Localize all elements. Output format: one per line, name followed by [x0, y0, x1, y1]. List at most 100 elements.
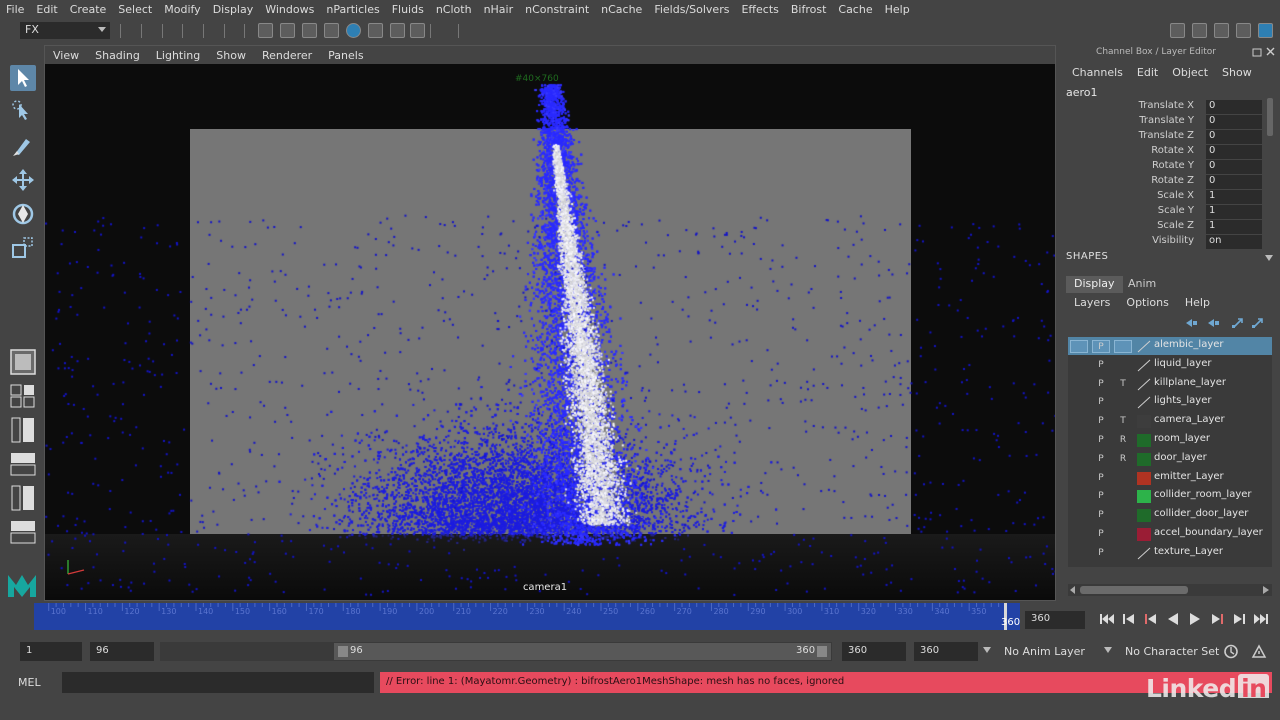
character-set-dropdown[interactable]: No Character Set [1125, 642, 1225, 661]
layer-color-swatch[interactable] [1137, 415, 1151, 429]
channel-row[interactable]: Translate Z 0 [1066, 130, 1262, 145]
menu-modify[interactable]: Modify [158, 3, 206, 16]
layer-color-swatch[interactable] [1137, 547, 1151, 560]
render-sequence-icon[interactable] [324, 23, 339, 38]
single-perspective-layout-icon[interactable] [10, 349, 36, 375]
menu-select[interactable]: Select [112, 3, 158, 16]
channel-menu-show[interactable]: Show [1215, 66, 1259, 79]
modeling-toolkit-icon[interactable] [1192, 23, 1207, 38]
layer-display-type-toggle[interactable] [1114, 359, 1132, 372]
step-forward-key-icon[interactable] [1230, 611, 1248, 627]
script-language-toggle[interactable]: MEL [18, 676, 41, 689]
channel-value-field[interactable]: 0 [1206, 175, 1262, 189]
layer-playback-toggle[interactable]: P [1092, 415, 1110, 428]
select-tool-icon[interactable] [10, 65, 36, 91]
menu-fluids[interactable]: Fluids [386, 3, 430, 16]
play-forwards-icon[interactable] [1186, 611, 1204, 627]
layer-visibility-toggle[interactable] [1070, 453, 1088, 466]
layer-visibility-toggle[interactable] [1070, 359, 1088, 372]
layer-display-type-toggle[interactable]: R [1114, 453, 1132, 466]
layer-visibility-toggle[interactable] [1070, 509, 1088, 522]
channel-value-field[interactable]: 0 [1206, 160, 1262, 174]
layer-row[interactable]: Paccel_boundary_layer [1068, 525, 1272, 543]
paint-select-tool-icon[interactable] [10, 133, 36, 159]
channel-row[interactable]: Scale Y 1 [1066, 205, 1262, 220]
menu-fields-solvers[interactable]: Fields/Solvers [648, 3, 735, 16]
layer-visibility-toggle[interactable] [1070, 396, 1088, 409]
channel-row[interactable]: Visibility on [1066, 235, 1262, 250]
channel-value-field[interactable]: 1 [1206, 205, 1262, 219]
layer-row[interactable]: Palembic_layer [1068, 337, 1272, 355]
float-panel-icon[interactable] [1252, 48, 1262, 57]
play-backwards-icon[interactable] [1164, 611, 1182, 627]
menu-help[interactable]: Help [879, 3, 916, 16]
close-icon[interactable] [1266, 47, 1275, 56]
layer-playback-toggle[interactable]: P [1092, 434, 1110, 447]
snap-icon[interactable] [390, 23, 405, 38]
attribute-editor-icon[interactable] [1214, 23, 1229, 38]
layer-display-type-toggle[interactable] [1114, 396, 1132, 409]
layer-color-swatch[interactable] [1137, 490, 1151, 504]
layer-visibility-toggle[interactable] [1070, 415, 1088, 428]
panel-menu-lighting[interactable]: Lighting [148, 49, 208, 62]
menu-nhair[interactable]: nHair [478, 3, 520, 16]
persp-outliner-layout-icon[interactable] [10, 417, 36, 443]
layer-color-swatch[interactable] [1137, 434, 1151, 447]
four-view-layout-icon[interactable] [10, 383, 36, 409]
layer-display-type-toggle[interactable] [1114, 509, 1132, 522]
menu-nconstraint[interactable]: nConstraint [519, 3, 595, 16]
layer-menu-options[interactable]: Options [1118, 296, 1176, 309]
menu-ncloth[interactable]: nCloth [430, 3, 478, 16]
menu-file[interactable]: File [0, 3, 30, 16]
range-slider-thumb[interactable] [334, 643, 831, 660]
layer-row[interactable]: P Tcamera_Layer [1068, 412, 1272, 430]
animation-preferences-icon[interactable] [1250, 643, 1268, 660]
lasso-tool-icon[interactable] [10, 99, 36, 125]
layer-playback-toggle[interactable]: P [1092, 509, 1110, 522]
panel-menu-shading[interactable]: Shading [87, 49, 148, 62]
layer-row[interactable]: Pcollider_room_layer [1068, 487, 1272, 505]
channel-row[interactable]: Rotate Z 0 [1066, 175, 1262, 190]
go-to-end-icon[interactable] [1252, 611, 1270, 627]
hypershade-layout-icon[interactable] [10, 485, 36, 511]
menu-effects[interactable]: Effects [735, 3, 784, 16]
chevron-down-icon[interactable] [1104, 647, 1112, 653]
channel-value-field[interactable]: 0 [1206, 145, 1262, 159]
layer-row[interactable]: P Rdoor_layer [1068, 450, 1272, 468]
tab-anim[interactable]: Anim [1120, 276, 1164, 293]
channel-menu-channels[interactable]: Channels [1065, 66, 1130, 79]
auto-key-icon[interactable] [1222, 643, 1240, 660]
layer-color-swatch[interactable] [1137, 340, 1151, 353]
scroll-right-icon[interactable] [1263, 586, 1269, 594]
render-current-icon[interactable] [368, 23, 383, 38]
render-settings-icon[interactable] [258, 23, 273, 38]
layer-visibility-toggle[interactable] [1070, 472, 1088, 485]
layer-playback-toggle[interactable]: P [1092, 528, 1110, 541]
command-input[interactable] [62, 672, 374, 693]
channel-value-field[interactable]: 0 [1206, 100, 1262, 114]
layer-color-swatch[interactable] [1137, 378, 1151, 391]
layer-row[interactable]: P Tkillplane_layer [1068, 375, 1272, 393]
step-forward-frame-icon[interactable] [1208, 611, 1226, 627]
layer-visibility-toggle[interactable] [1070, 434, 1088, 447]
go-to-start-icon[interactable] [1098, 611, 1116, 627]
menu-windows[interactable]: Windows [259, 3, 320, 16]
layer-row[interactable]: Plights_layer [1068, 393, 1272, 411]
menu-nparticles[interactable]: nParticles [320, 3, 385, 16]
current-time-field[interactable]: 360 [1025, 611, 1085, 629]
layer-playback-toggle[interactable]: P [1092, 472, 1110, 485]
menu-ncache[interactable]: nCache [595, 3, 648, 16]
layer-row[interactable]: Pliquid_layer [1068, 356, 1272, 374]
animation-start-field[interactable]: 1 [20, 642, 82, 661]
menu-set-dropdown[interactable]: FX [20, 22, 110, 39]
channel-row[interactable]: Rotate X 0 [1066, 145, 1262, 160]
layer-display-type-toggle[interactable]: T [1114, 378, 1132, 391]
channel-scrollbar[interactable] [1267, 98, 1273, 136]
panel-menu-panels[interactable]: Panels [320, 49, 371, 62]
playback-start-field[interactable]: 96 [90, 642, 154, 661]
layer-playback-toggle[interactable]: P [1092, 547, 1110, 560]
layer-row[interactable]: Pemitter_Layer [1068, 469, 1272, 487]
layer-display-type-toggle[interactable]: R [1114, 434, 1132, 447]
hypershade-icon[interactable] [346, 23, 361, 38]
tool-settings-icon[interactable] [1236, 23, 1251, 38]
